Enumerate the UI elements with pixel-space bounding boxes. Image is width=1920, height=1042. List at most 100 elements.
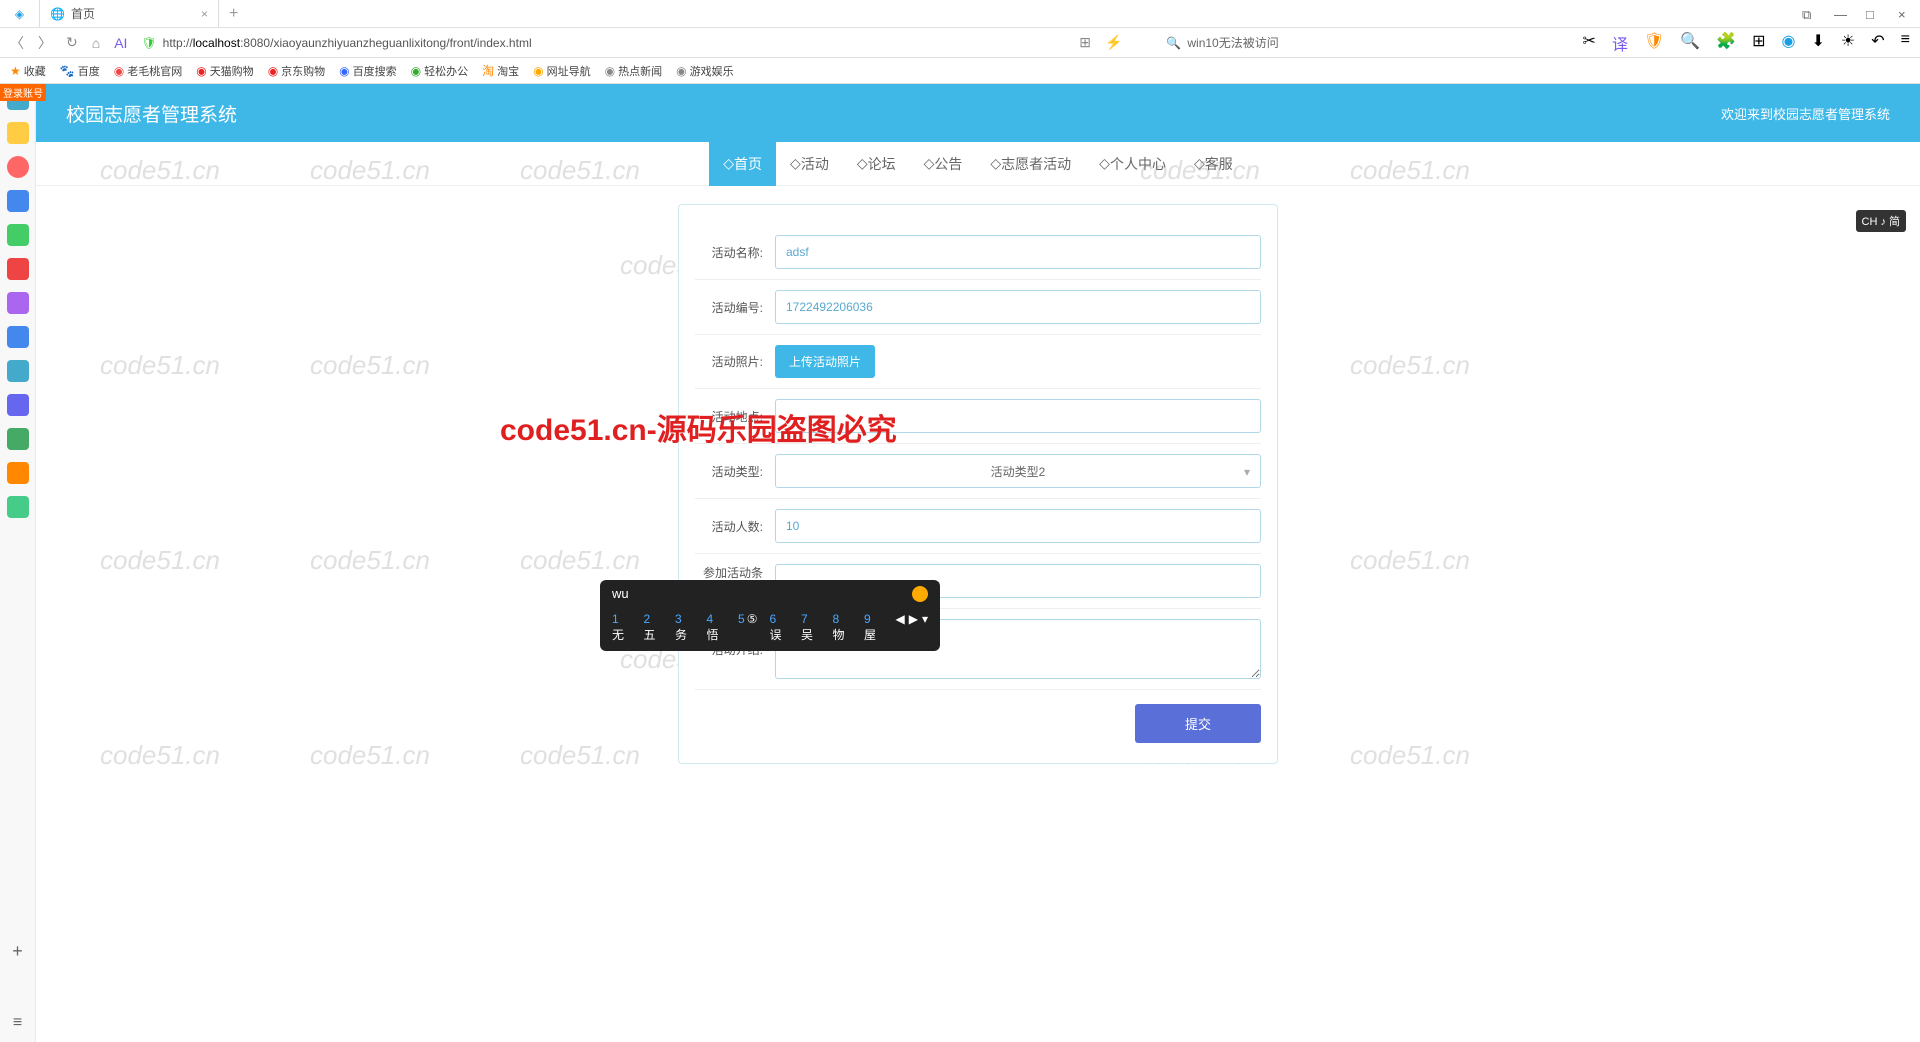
download-icon[interactable]: ⬇ [1812,31,1825,55]
page-header: 校园志愿者管理系统 欢迎来到校园志愿者管理系统 [36,84,1920,142]
side-icon-8[interactable] [7,326,29,348]
ime-cand-1[interactable]: 1无 [612,612,632,643]
address-bar: 〈 〉 ↻ ⌂ AI 🛡 http://localhost:8080/xiaoy… [0,28,1920,58]
url-input[interactable]: 🛡 http://localhost:8080/xiaoyaunzhiyuanz… [141,36,761,50]
side-icon-10[interactable] [7,394,29,416]
side-icon-11[interactable] [7,428,29,450]
side-icon-6[interactable] [7,258,29,280]
tab-title: 首页 [71,5,95,22]
ime-status-badge[interactable]: CH ♪ 简 [1856,210,1907,232]
side-icon-9[interactable] [7,360,29,382]
bookmark-nav[interactable]: ◉网址导航 [533,63,590,79]
shield-icon: 🛡 [141,36,156,50]
ime-cand-3[interactable]: 3务 [675,612,695,643]
count-input[interactable] [775,509,1261,543]
nav-menu: ◇首页 ◇活动 ◇论坛 ◇公告 ◇志愿者活动 ◇个人中心 ◇客服 [36,142,1920,186]
side-icon-5[interactable] [7,224,29,246]
side-icon-13[interactable] [7,496,29,518]
page-tab[interactable]: 🌐 首页 × [40,0,219,28]
scissors-icon[interactable]: ✂ [1583,31,1596,55]
bookmark-fav[interactable]: ★收藏 [10,63,46,79]
name-label: 活动名称: [695,244,775,261]
nav-volunteer[interactable]: ◇志愿者活动 [976,142,1085,186]
zoom-icon[interactable]: 🔍 [1680,31,1700,55]
welcome-text: 欢迎来到校园志愿者管理系统 [1721,104,1890,123]
nav-personal[interactable]: ◇个人中心 [1085,142,1180,186]
window-close-icon[interactable]: × [1898,7,1912,21]
submit-button[interactable]: 提交 [1135,704,1261,743]
side-icon-4[interactable] [7,190,29,212]
photo-label: 活动照片: [695,353,775,370]
page-title: 校园志愿者管理系统 [66,100,237,127]
globe-icon: 🌐 [50,7,65,21]
reload-icon[interactable]: ↻ [66,34,78,51]
ime-next-icon[interactable]: ▶ [909,612,918,643]
ime-cand-7[interactable]: 7吴 [801,612,821,643]
side-icon-2[interactable] [7,122,29,144]
ai-icon[interactable]: AI [114,35,127,51]
ime-prev-icon[interactable]: ◀ [896,612,905,643]
history-icon[interactable]: ↶ [1871,31,1884,55]
nav-notice[interactable]: ◇公告 [910,142,977,186]
ime-cand-5[interactable]: 5⑤ [738,612,757,643]
activity-form: 活动名称: 活动编号: 活动照片: 上传活动照片 活动地点: 活动类型: 活动类… [678,204,1278,764]
name-input[interactable] [775,235,1261,269]
bookmark-news[interactable]: ◉热点新闻 [605,63,662,79]
back-icon[interactable]: 〈 [10,33,24,53]
sidebar-menu-button[interactable]: ≡ [13,1014,22,1032]
sidebar-add-button[interactable]: + [12,941,23,962]
type-select[interactable]: 活动类型2 [775,454,1261,488]
new-tab-button[interactable]: + [219,5,248,23]
nav-home[interactable]: ◇首页 [709,142,776,186]
bookmark-tmall[interactable]: ◉天猫购物 [196,63,253,79]
qr-icon[interactable]: ⊞ [1079,34,1091,51]
security-icon[interactable]: 🛡 [1644,31,1664,55]
ime-face-icon[interactable] [912,586,928,602]
bookmark-baidu[interactable]: 🐾百度 [60,63,100,79]
side-icon-12[interactable] [7,462,29,484]
bookmark-jd[interactable]: ◉京东购物 [268,63,325,79]
bookmark-office[interactable]: ◉轻松办公 [411,63,468,79]
bookmark-games[interactable]: ◉游戏娱乐 [676,63,733,79]
bookmark-bdss[interactable]: ◉百度搜索 [339,63,396,79]
ime-cand-9[interactable]: 9屋 [864,612,884,643]
ime-cand-4[interactable]: 4悟 [707,612,727,643]
nav-forum[interactable]: ◇论坛 [843,142,910,186]
num-label: 活动编号: [695,299,775,316]
menu-icon[interactable]: ≡ [1901,31,1910,55]
ime-input-text: wu [612,586,629,602]
num-input[interactable] [775,290,1261,324]
ime-panel: wu 1无 2五 3务 4悟 5⑤ 6误 7吴 8物 9屋 ◀▶▾ [600,580,940,651]
settings-icon[interactable]: ☀ [1841,31,1855,55]
window-restore-icon[interactable]: ⧉ [1802,7,1816,21]
nav-service[interactable]: ◇客服 [1180,142,1247,186]
extension-icon[interactable]: 🧩 [1716,31,1736,55]
ime-cand-8[interactable]: 8物 [832,612,852,643]
nav-activity[interactable]: ◇活动 [776,142,843,186]
left-sidebar: + ≡ [0,84,36,1042]
browser-icon[interactable]: ◉ [1782,31,1796,55]
ime-expand-icon[interactable]: ▾ [922,612,928,643]
side-icon-3[interactable] [7,156,29,178]
ime-cand-6[interactable]: 6误 [769,612,789,643]
flash-icon[interactable]: ⚡ [1105,34,1122,51]
type-label: 活动类型: [695,463,775,480]
app-tab[interactable]: ◈ [0,0,40,28]
forward-icon[interactable]: 〉 [38,33,52,53]
window-minimize-icon[interactable]: — [1834,7,1848,21]
home-icon[interactable]: ⌂ [92,35,100,51]
ime-cand-2[interactable]: 2五 [644,612,664,643]
window-maximize-icon[interactable]: □ [1866,7,1880,21]
translate-icon[interactable]: 译 [1612,31,1628,55]
ime-candidates: 1无 2五 3务 4悟 5⑤ 6误 7吴 8物 9屋 ◀▶▾ [600,608,940,651]
addr-input[interactable] [775,399,1261,433]
bookmark-lmt[interactable]: ◉老毛桃官网 [114,63,182,79]
upload-button[interactable]: 上传活动照片 [775,345,875,378]
browser-search[interactable]: 🔍 win10无法被访问 [1166,34,1278,51]
bookmark-taobao[interactable]: 淘淘宝 [482,62,519,79]
browser-titlebar: ◈ 🌐 首页 × + ⧉ — □ × [0,0,1920,28]
login-badge[interactable]: 登录账号 [0,84,46,101]
close-tab-icon[interactable]: × [201,7,208,21]
side-icon-7[interactable] [7,292,29,314]
apps-icon[interactable]: ⊞ [1752,31,1765,55]
